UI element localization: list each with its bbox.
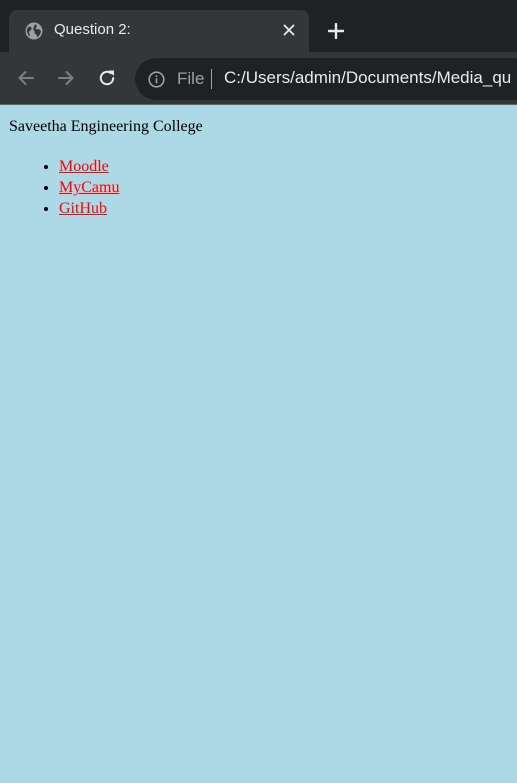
- page-heading: Saveetha Engineering College: [9, 118, 203, 135]
- mycamu-link[interactable]: MyCamu: [59, 179, 119, 196]
- plus-icon[interactable]: [324, 19, 348, 43]
- browser-toolbar: File C:/Users/admin/Documents/Media_qu: [0, 52, 517, 105]
- url-scheme-label: File: [177, 69, 205, 88]
- address-bar[interactable]: File C:/Users/admin/Documents/Media_qu: [135, 58, 517, 100]
- close-icon[interactable]: [280, 21, 298, 39]
- url-text[interactable]: C:/Users/admin/Documents/Media_qu: [224, 68, 511, 88]
- tab-strip: Question 2:: [0, 0, 517, 52]
- url-separator: [211, 69, 212, 89]
- forward-arrow-icon[interactable]: [54, 66, 78, 90]
- link-list: Moodle MyCamu GitHub: [0, 156, 119, 219]
- back-arrow-icon[interactable]: [14, 66, 38, 90]
- reload-icon[interactable]: [95, 66, 119, 90]
- page-content: Saveetha Engineering College Moodle MyCa…: [0, 105, 517, 783]
- list-item: Moodle: [59, 156, 119, 177]
- tab-title: Question 2:: [54, 21, 131, 38]
- browser-window: Question 2: File C:/Users/admin/Document…: [0, 0, 517, 783]
- list-item: GitHub: [59, 198, 119, 219]
- github-link[interactable]: GitHub: [59, 200, 107, 217]
- globe-icon: [25, 22, 43, 40]
- list-item: MyCamu: [59, 177, 119, 198]
- info-icon[interactable]: [148, 71, 165, 88]
- tab-question-2[interactable]: Question 2:: [9, 10, 309, 52]
- moodle-link[interactable]: Moodle: [59, 158, 109, 175]
